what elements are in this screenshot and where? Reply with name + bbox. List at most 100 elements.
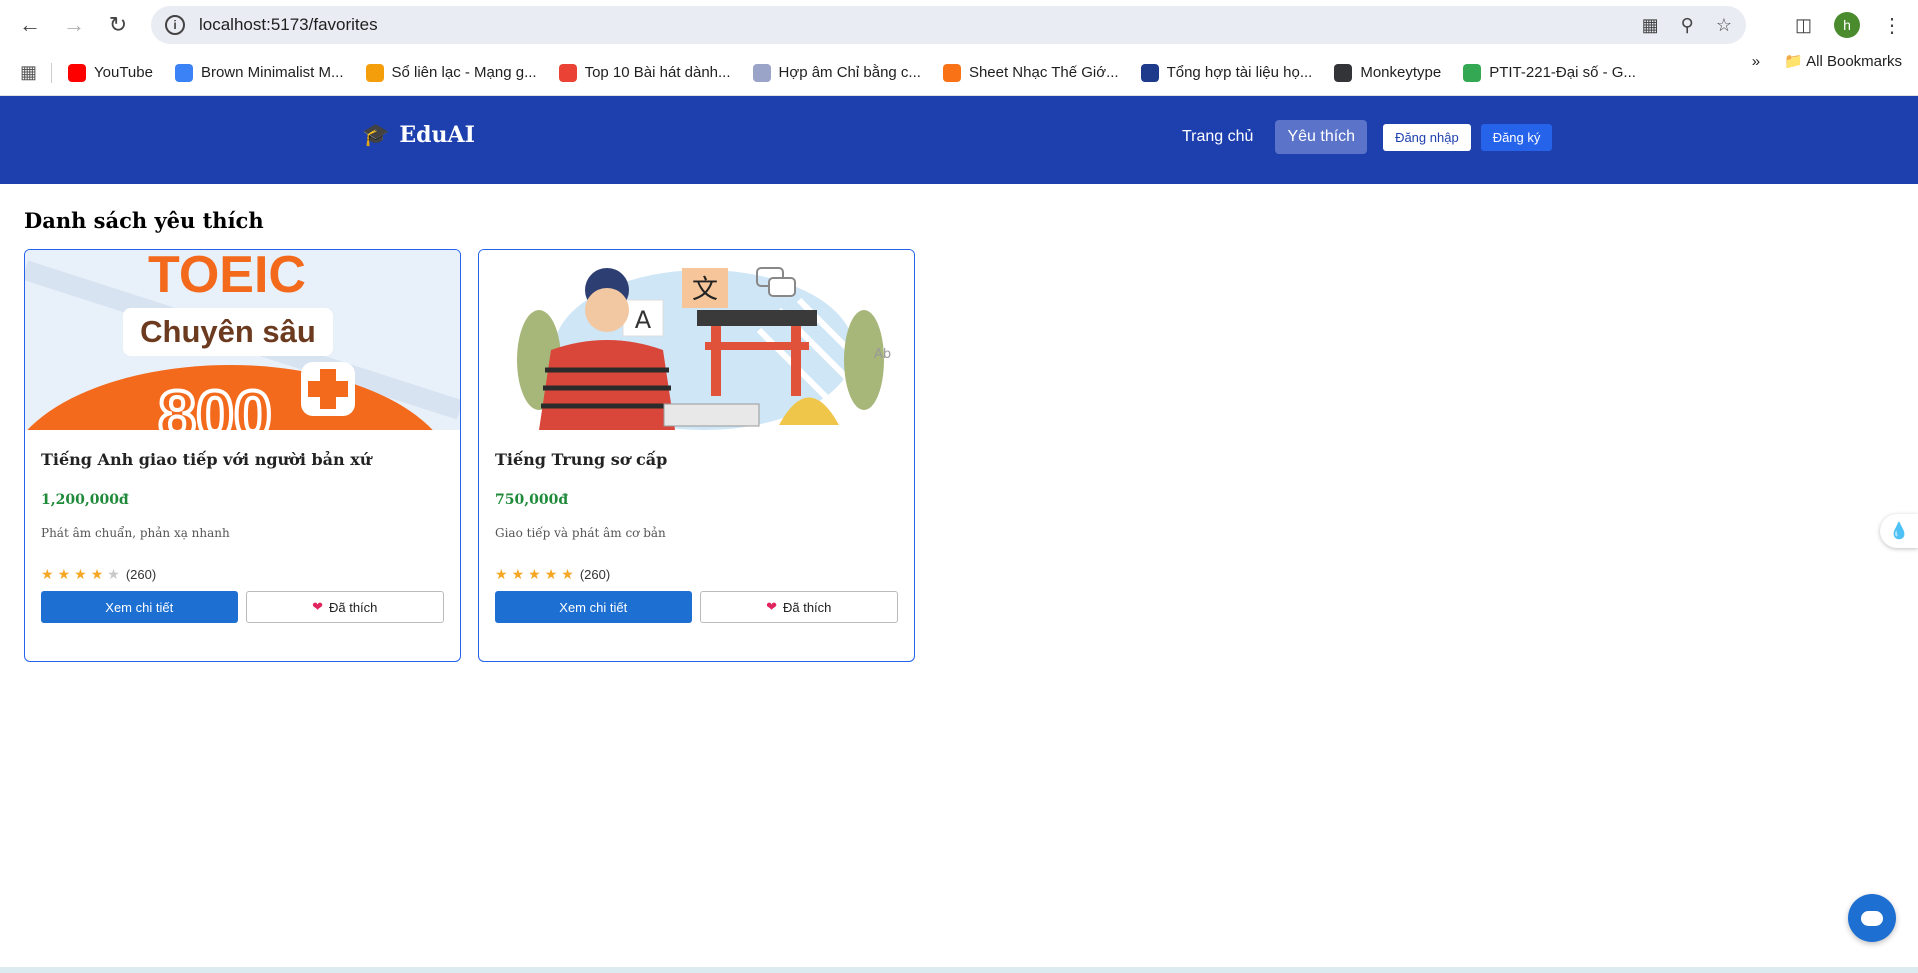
image-text: A [635, 306, 652, 334]
bookmark-label: YouTube [94, 64, 153, 81]
image-text: 800 [158, 377, 271, 430]
browser-toolbar: ← → ↻ i localhost:5173/favorites ▦ ⚲ ☆ ◫… [0, 0, 1918, 50]
star-icon: ★ [74, 566, 87, 582]
address-bar[interactable]: i localhost:5173/favorites ▦ ⚲ ☆ [151, 6, 1746, 44]
course-thumbnail: 文 A Ab [479, 250, 914, 430]
bookmark-favicon-icon [174, 63, 193, 82]
brand-name: EduAI [399, 122, 475, 148]
login-button[interactable]: Đăng nhập [1383, 123, 1471, 151]
course-thumbnail: TOEIC Chuyên sâu 800 [25, 250, 460, 430]
bookmark-item[interactable]: Top 10 Bài hát dành... [558, 63, 731, 82]
bookmark-item[interactable]: Brown Minimalist M... [174, 63, 344, 82]
extensions-icon[interactable]: ◫ [1795, 15, 1812, 36]
bookmark-favicon-icon [752, 63, 771, 82]
view-detail-button[interactable]: Xem chi tiết [41, 591, 238, 623]
bookmark-favicon-icon [68, 63, 87, 82]
review-count: (260) [125, 567, 157, 582]
bookmark-label: Sheet Nhạc Thế Giớ... [968, 64, 1119, 81]
bookmark-favicon-icon [1463, 63, 1482, 82]
all-bookmarks-label: All Bookmarks [1806, 53, 1902, 70]
site-info-icon[interactable]: i [165, 15, 185, 35]
nav-home[interactable]: Trang chủ [1170, 120, 1265, 154]
star-icon: ★ [511, 566, 525, 582]
nav-favorites[interactable]: Yêu thích [1275, 120, 1368, 154]
bookmark-favicon-icon [1334, 63, 1353, 82]
course-price: 1,200,000đ [41, 492, 129, 508]
profile-avatar[interactable]: h [1834, 12, 1860, 38]
bookmark-item[interactable]: Tổng hợp tài liệu họ... [1140, 63, 1313, 82]
course-card: 文 A Ab Tiếng Trung sơ cấp 750,000đ Giao … [478, 249, 915, 662]
translate-icon[interactable]: ▦ [1642, 15, 1659, 36]
image-text: TOEIC [148, 250, 306, 304]
bookmark-label: Hợp âm Chỉ bằng c... [778, 64, 921, 81]
graduation-cap-icon: 🎓 [362, 122, 390, 148]
star-icon: ★ [41, 566, 54, 582]
bookmarks-bar: ▦ YouTube Brown Minimalist M... Sổ liên lạ… [0, 50, 1918, 96]
main-nav: Trang chủ Yêu thích Đăng nhập Đăng ký [1170, 120, 1553, 154]
bookmark-label: Brown Minimalist M... [200, 64, 344, 81]
star-empty-icon: ★ [107, 566, 120, 582]
bookmark-label: Top 10 Bài hát dành... [584, 64, 731, 81]
favorited-button[interactable]: ❤ Đã thích [699, 591, 898, 623]
menu-icon[interactable]: ⋮ [1882, 13, 1902, 38]
chat-button[interactable] [1848, 894, 1896, 942]
chinese-learning-illustration: 文 A Ab [479, 250, 914, 430]
page-title: Danh sách yêu thích [24, 208, 264, 233]
star-icon: ★ [544, 566, 558, 582]
bookmark-favicon-icon [558, 63, 577, 82]
favorited-button[interactable]: ❤ Đã thích [245, 591, 444, 623]
bottom-strip [0, 967, 1918, 973]
app-header: 🎓 EduAI Trang chủ Yêu thích Đăng nhập Đă… [0, 96, 1918, 184]
bookmark-item[interactable]: Sổ liên lạc - Mạng g... [365, 63, 537, 82]
course-description: Giao tiếp và phát âm cơ bản [495, 526, 666, 540]
heart-icon: ❤ [312, 599, 323, 614]
favorited-label: Đã thích [782, 599, 832, 615]
course-title[interactable]: Tiếng Trung sơ cấp [495, 450, 898, 472]
chat-icon [1861, 910, 1883, 926]
reload-icon[interactable]: ↻ [98, 5, 138, 45]
bookmark-item[interactable]: Hợp âm Chỉ bằng c... [752, 63, 921, 82]
side-extension-icon[interactable]: 💧 [1880, 514, 1918, 548]
star-icon: ★ [495, 566, 508, 582]
view-detail-button[interactable]: Xem chi tiết [495, 591, 692, 623]
favorited-label: Đã thích [328, 599, 378, 615]
course-rating: ★ ★ ★ ★ ★ (260) [41, 566, 444, 583]
star-icon: ★ [90, 566, 104, 582]
bookmark-favicon-icon [365, 63, 384, 82]
image-text: Ab [874, 347, 891, 362]
back-icon[interactable]: ← [10, 5, 50, 45]
image-text: Chuyên sâu [140, 314, 316, 349]
course-card: TOEIC Chuyên sâu 800 Tiếng Anh giao tiếp… [24, 249, 461, 662]
bookmark-label: PTIT-221-Đại số - G... [1489, 64, 1636, 81]
more-bookmarks-icon[interactable]: » [1752, 53, 1760, 70]
folder-icon: 📁 [1784, 53, 1803, 70]
course-description: Phát âm chuẩn, phản xạ nhanh [41, 526, 230, 540]
review-count: (260) [579, 567, 611, 582]
course-rating: ★ ★ ★ ★ ★ (260) [495, 566, 898, 583]
course-price: 750,000đ [495, 492, 569, 508]
star-icon: ★ [57, 566, 71, 582]
bookmark-star-icon[interactable]: ☆ [1716, 15, 1732, 36]
bookmark-label: Monkeytype [1360, 64, 1442, 81]
bookmark-item[interactable]: Sheet Nhạc Thế Giớ... [942, 63, 1119, 82]
toeic-illustration: TOEIC Chuyên sâu 800 [25, 250, 460, 430]
bookmark-item[interactable]: YouTube [68, 63, 153, 82]
apps-grid-icon[interactable]: ▦ [20, 62, 37, 83]
zoom-icon[interactable]: ⚲ [1681, 15, 1694, 36]
bookmark-favicon-icon [942, 63, 961, 82]
forward-icon[interactable]: → [54, 5, 94, 45]
star-half-icon: ★ [561, 566, 574, 582]
image-text: 文 [692, 275, 718, 305]
bookmark-label: Tổng hợp tài liệu họ... [1166, 64, 1313, 81]
course-list: TOEIC Chuyên sâu 800 Tiếng Anh giao tiếp… [24, 249, 1894, 662]
course-title[interactable]: Tiếng Anh giao tiếp với người bản xứ [41, 450, 444, 472]
bookmark-item[interactable]: PTIT-221-Đại số - G... [1463, 63, 1636, 82]
heart-icon: ❤ [766, 599, 777, 614]
bookmark-item[interactable]: Monkeytype [1334, 63, 1442, 82]
register-button[interactable]: Đăng ký [1480, 123, 1553, 151]
main-content: Danh sách yêu thích TOEIC Chuyên sâu 800 [0, 184, 1918, 662]
star-icon: ★ [528, 566, 541, 582]
all-bookmarks-folder[interactable]: 📁 All Bookmarks [1784, 52, 1902, 70]
brand-logo[interactable]: 🎓 EduAI [362, 122, 475, 148]
url-text[interactable]: localhost:5173/favorites [199, 15, 378, 35]
